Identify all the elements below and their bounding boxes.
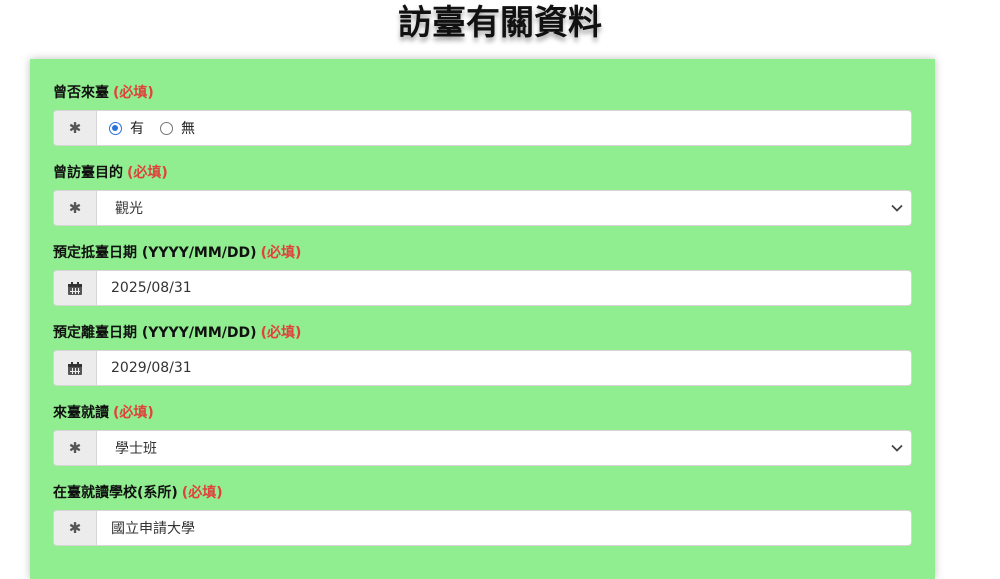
page-title: 訪臺有關資料 (398, 3, 602, 43)
field-school: 在臺就讀學校(系所) (必填) ✱ 國立申請大學 (53, 483, 912, 546)
radio-no-label[interactable]: 無 (181, 118, 195, 138)
departure-date-value[interactable]: 2029/08/31 (97, 351, 911, 385)
school-input[interactable]: ✱ 國立申請大學 (53, 510, 912, 546)
field-visited: 曾否來臺 (必填) ✱ 有 無 (53, 83, 912, 146)
purpose-select[interactable]: ✱ 觀光 (53, 190, 912, 226)
asterisk-icon: ✱ (54, 111, 97, 145)
chevron-down-icon[interactable] (883, 431, 911, 465)
calendar-icon (54, 351, 97, 385)
required-mark: (必填) (127, 165, 168, 181)
arrival-date-value[interactable]: 2025/08/31 (97, 271, 911, 305)
required-mark: (必填) (260, 245, 302, 261)
study-level-selected-value: 學士班 (115, 441, 157, 457)
visited-radio-group: ✱ 有 無 (53, 110, 912, 146)
field-study-level: 來臺就讀 (必填) ✱ 學士班 (53, 403, 912, 466)
required-mark: (必填) (113, 85, 154, 101)
field-label: 曾否來臺 (必填) (53, 85, 154, 101)
field-label: 預定抵臺日期 (YYYY/MM/DD) (必填) (53, 245, 302, 261)
radio-no[interactable] (160, 121, 173, 135)
field-purpose: 曾訪臺目的 (必填) ✱ 觀光 (53, 163, 912, 226)
study-level-select[interactable]: ✱ 學士班 (53, 430, 912, 466)
arrival-date-input[interactable]: 2025/08/31 (53, 270, 912, 306)
radio-yes-label[interactable]: 有 (130, 118, 144, 138)
field-label: 曾訪臺目的 (必填) (53, 165, 168, 181)
calendar-icon (54, 271, 97, 305)
asterisk-icon: ✱ (54, 191, 97, 225)
required-mark: (必填) (113, 405, 154, 421)
field-arrival-date: 預定抵臺日期 (YYYY/MM/DD) (必填) 2025/08/31 (53, 243, 912, 306)
asterisk-icon: ✱ (54, 431, 97, 465)
field-label: 來臺就讀 (必填) (53, 405, 154, 421)
required-mark: (必填) (181, 485, 223, 501)
field-departure-date: 預定離臺日期 (YYYY/MM/DD) (必填) 2029/08/31 (53, 323, 912, 386)
departure-date-input[interactable]: 2029/08/31 (53, 350, 912, 386)
school-value[interactable]: 國立申請大學 (97, 511, 911, 545)
field-label: 預定離臺日期 (YYYY/MM/DD) (必填) (53, 325, 302, 341)
purpose-selected-value: 觀光 (115, 201, 143, 217)
field-label: 在臺就讀學校(系所) (必填) (53, 485, 223, 501)
asterisk-icon: ✱ (54, 511, 97, 545)
radio-yes[interactable] (109, 121, 122, 135)
travel-info-panel: 曾否來臺 (必填) ✱ 有 無 曾訪臺目的 (必填) ✱ 觀光 預定抵臺日期 (Y (30, 59, 935, 579)
required-mark: (必填) (260, 325, 302, 341)
chevron-down-icon[interactable] (883, 191, 911, 225)
